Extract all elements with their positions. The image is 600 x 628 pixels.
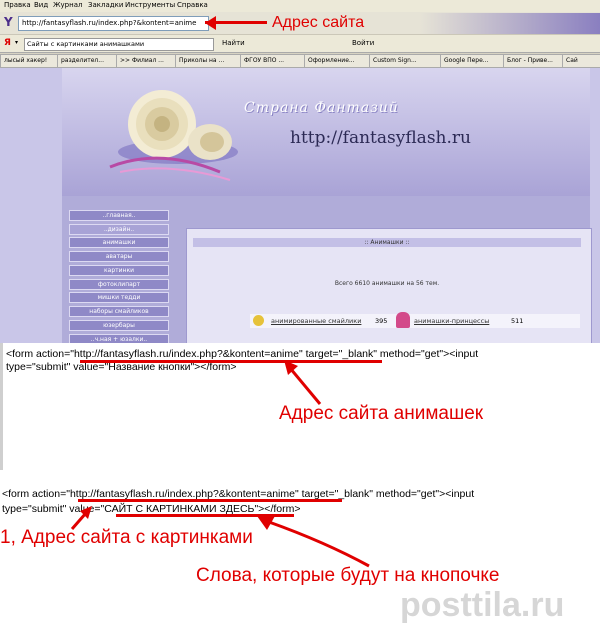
nav-teddy[interactable]: мишки тедди [69,292,169,303]
url-underline [78,499,342,502]
panel-title: :: Анимашки :: [193,238,581,247]
menu-edit[interactable]: Правка [4,1,31,9]
nav-avatars[interactable]: аватары [69,251,169,262]
yandex-icon: Я [4,38,11,48]
dropdown-chevron-icon[interactable]: ▾ [15,39,18,46]
total-count: Всего 6610 анимашки на 56 тем. [334,280,440,287]
nav-design[interactable]: ..дизайн.. [69,224,169,235]
nav-photoclipart[interactable]: фотоклипарт [69,279,169,290]
tab-item[interactable]: Google Пере... [440,54,504,68]
find-button[interactable]: Найти [222,39,245,47]
search-input[interactable]: Сайты с картинками анимашками [24,38,214,51]
site-url[interactable]: http://fantasyflash.ru [290,128,471,148]
code-url: http://fantasyflash.ru/index.php?&konten… [73,348,299,360]
tab-item[interactable]: >> Филиал ... [116,54,176,68]
annotation-arrow [257,516,370,568]
menu-bookmarks[interactable]: Закладки [88,1,123,9]
nav-animashki[interactable]: анимашки [69,237,169,248]
nav-userbars[interactable]: юзербары [69,320,169,331]
menu-view[interactable]: Вид [34,1,48,9]
site-address-annotation: Адрес сайта анимашек [279,403,484,424]
code-text: <form action=" [6,348,74,360]
menu-history[interactable]: Журнал [53,1,82,9]
browser-screenshot: Правка Вид Журнал Закладки Инструменты С… [0,0,600,343]
yandex-toolbar: Я ▾ Сайты с картинками анимашками Найти … [0,34,600,53]
address-annotation: Адрес сайта [272,14,365,31]
category-count: 395 [375,317,388,325]
tab-item[interactable]: Сай [562,54,600,68]
category-link[interactable]: анимашки-принцессы [414,317,489,325]
editor-gutter [0,343,3,470]
pictures-address-annotation: 1, Адрес сайта с картинками [0,527,253,548]
menu-bar: Правка Вид Журнал Закладки Инструменты С… [0,0,600,12]
nav-pictures[interactable]: картинки [69,265,169,276]
site-title: Страна Фантазий [244,100,399,116]
code-text: <form action=" [2,488,70,500]
category-count: 511 [511,317,524,325]
yandex-bookmark-icon: Y [4,15,13,29]
nav-smiles[interactable]: наборы смайликов [69,306,169,317]
smiley-icon [253,315,264,326]
tab-item[interactable]: Блог - Приве... [503,54,563,68]
decorative-theme [420,13,600,34]
rose-image [109,90,238,181]
nav-main[interactable]: ..главная.. [69,210,169,221]
watermark-logo: posttila.ru [400,586,565,624]
category-link[interactable]: анимированные смайлики [271,317,361,325]
menu-tools[interactable]: Инструменты [125,1,175,9]
tab-item[interactable]: Оформление... [304,54,370,68]
annotation-arrow [284,360,322,405]
button-words-annotation: Слова, которые будут на кнопочке [196,565,500,586]
tab-item[interactable]: разделител... [57,54,117,68]
site-left-margin [0,68,62,343]
login-button[interactable]: Войти [352,39,374,47]
tab-item[interactable]: Приколы на ... [175,54,241,68]
tab-item[interactable]: лысый хакер! [0,54,58,68]
tab-item[interactable]: Custom Sign... [369,54,441,68]
tab-item[interactable]: ФГОУ ВПО ... [240,54,305,68]
menu-help[interactable]: Справка [177,1,208,9]
url-underline [80,360,382,363]
address-bar[interactable]: http://fantasyflash.ru/index.php?&konten… [18,16,209,31]
annotation-arrow-head [205,16,216,30]
nav-more[interactable]: ..ч.ная + юзалки.. [69,334,169,343]
princess-icon [396,312,410,328]
